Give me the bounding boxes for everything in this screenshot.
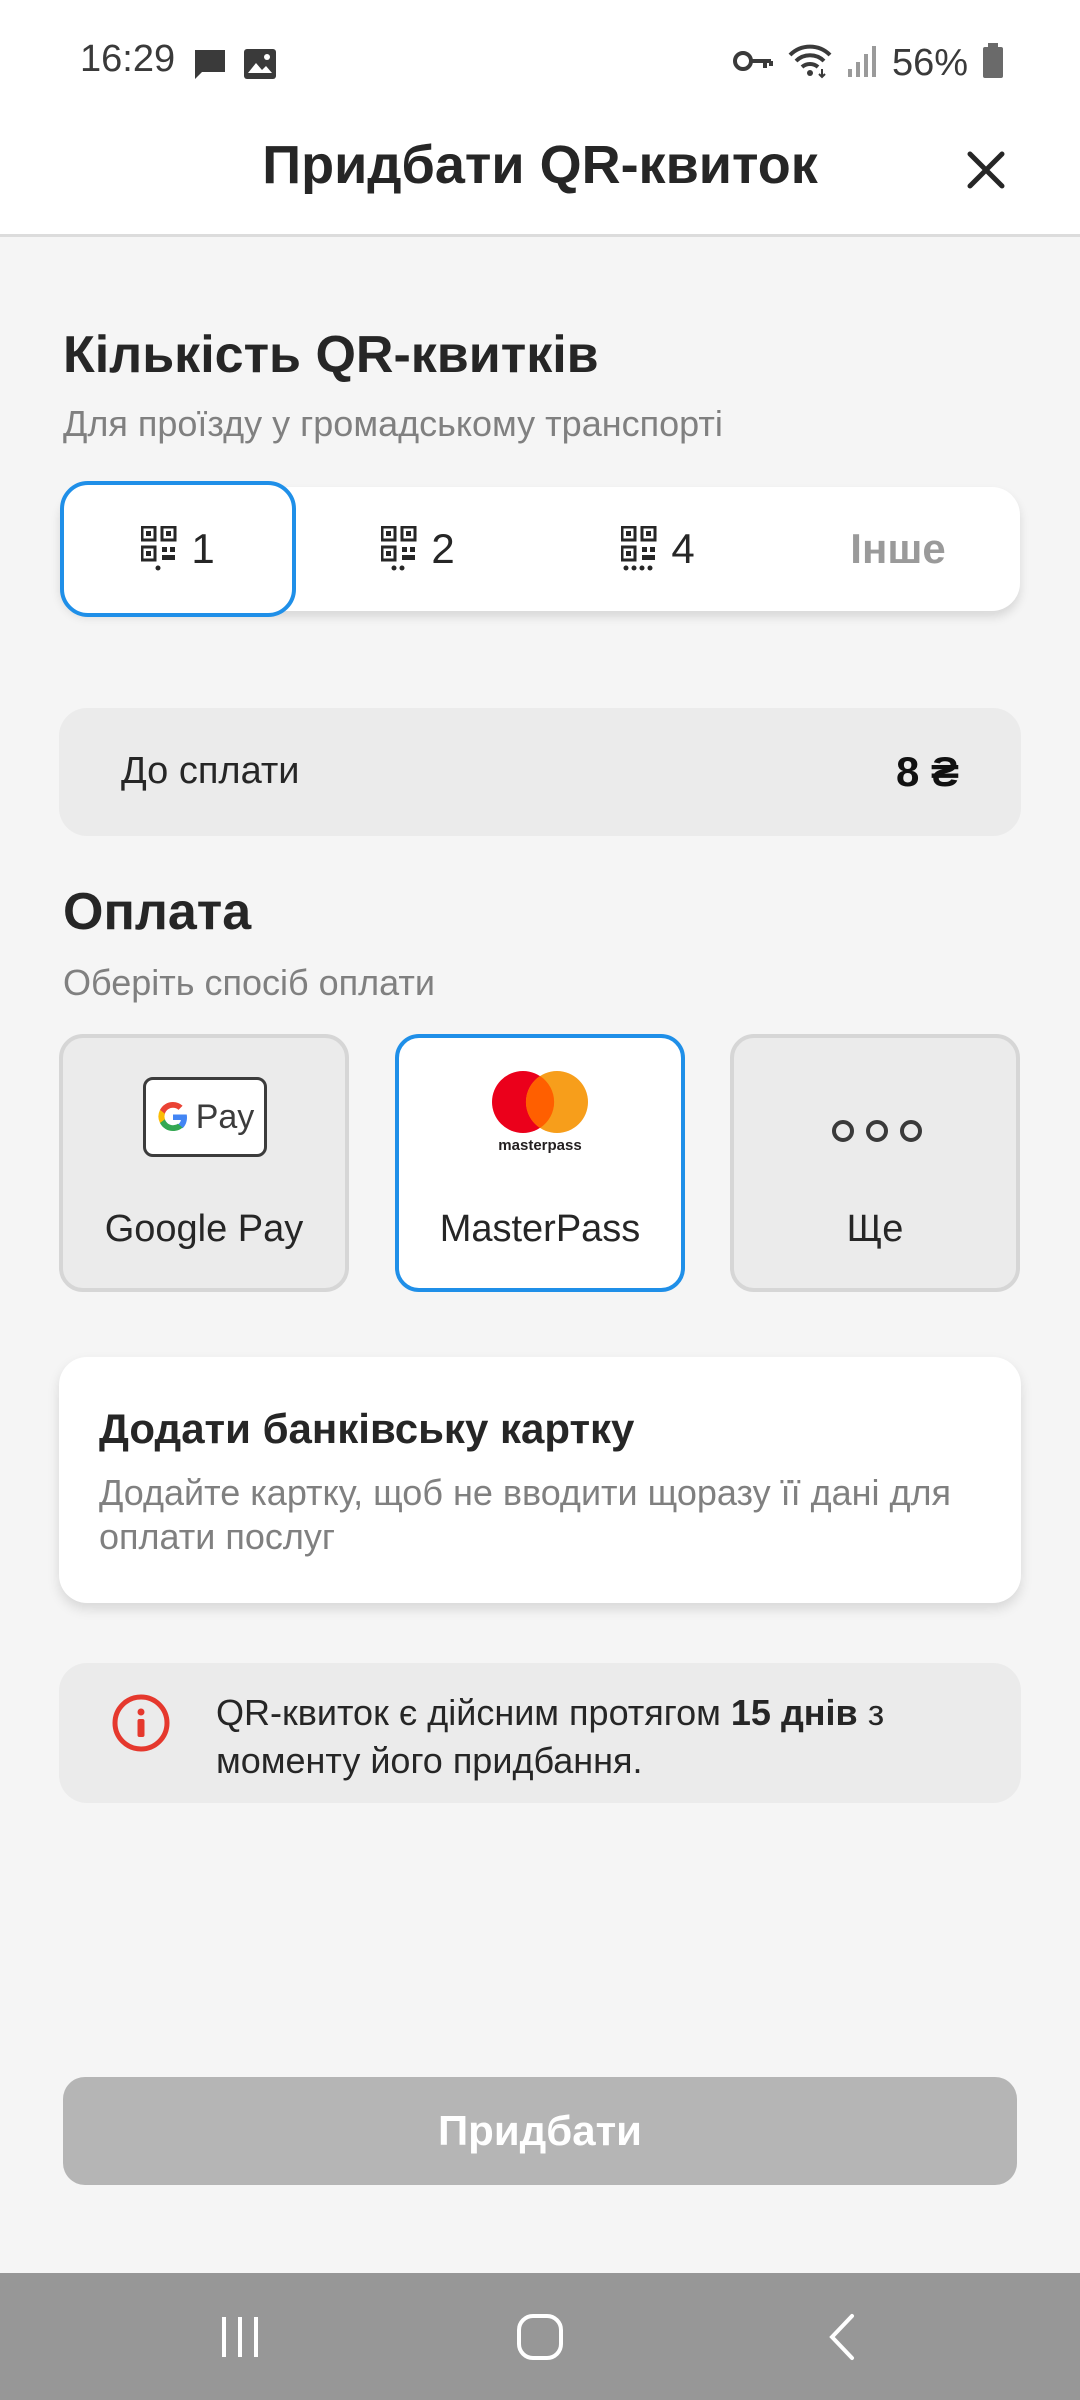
battery-percent: 56%: [891, 41, 968, 84]
quantity-option-4[interactable]: 4: [540, 487, 776, 611]
vpn-key-icon: [732, 47, 774, 80]
payment-method-label: Google Pay: [104, 1208, 304, 1250]
google-pay-logo: Pay: [143, 1077, 267, 1157]
masterpass-logo: masterpass: [485, 1066, 595, 1161]
image-icon: [243, 48, 277, 85]
status-icons: 56%: [732, 38, 1004, 88]
quantity-option-1[interactable]: 1: [60, 481, 296, 617]
info-text-bold: 15 днів: [730, 1692, 858, 1733]
google-g-icon: [158, 1101, 187, 1131]
home-icon: [517, 2313, 563, 2360]
buy-button[interactable]: Придбати: [63, 2077, 1017, 2185]
quantity-label: Інше: [850, 525, 946, 572]
recents-button[interactable]: [160, 2273, 320, 2400]
more-icon: [832, 1120, 922, 1142]
qr-icon: [141, 526, 177, 571]
quantity-option-other[interactable]: Інше: [780, 487, 1016, 611]
payment-method-masterpass[interactable]: masterpass MasterPass: [395, 1034, 685, 1292]
payment-method-label: Ще: [846, 1208, 904, 1250]
back-button[interactable]: [763, 2273, 923, 2400]
message-icon: [192, 48, 228, 85]
quantity-label: 4: [671, 525, 695, 572]
payment-title: Оплата: [63, 883, 252, 941]
total-label: До сплати: [121, 750, 300, 792]
signal-icon: [846, 43, 878, 84]
recents-icon: [222, 2316, 258, 2357]
close-button[interactable]: [958, 142, 1014, 198]
header: Придбати QR-квиток: [0, 120, 1080, 237]
wifi-icon: [788, 43, 832, 84]
close-icon: [967, 151, 1005, 189]
payment-method-label: MasterPass: [439, 1208, 641, 1250]
info-text-start: QR-квиток є дійсним протягом: [216, 1692, 731, 1733]
status-bar: 16:29 56%: [0, 0, 1080, 120]
quantity-title: Кількість QR-квитків: [63, 326, 599, 384]
home-button[interactable]: [460, 2273, 620, 2400]
quantity-option-2[interactable]: 2: [300, 487, 536, 611]
system-nav-bar: [0, 2273, 1080, 2400]
quantity-selector: 1 2 4 Інше: [60, 481, 1020, 617]
add-card-title: Додати банківську картку: [99, 1405, 635, 1452]
payment-subtitle: Оберіть спосіб оплати: [63, 962, 435, 1003]
quantity-label: 2: [431, 525, 455, 572]
total-value: 8 ₴: [895, 748, 959, 795]
page-title: Придбати QR-квиток: [262, 135, 818, 195]
masterpass-logo-text: masterpass: [498, 1137, 581, 1154]
status-time: 16:29: [80, 38, 176, 80]
payment-method-google-pay[interactable]: Pay Google Pay: [59, 1034, 349, 1292]
back-icon: [829, 2313, 854, 2360]
info-icon: [111, 1693, 171, 1758]
google-pay-logo-text: Pay: [195, 1097, 255, 1136]
qr-icon: [381, 526, 417, 571]
quantity-subtitle: Для проїзду у громадському транспорті: [63, 403, 723, 444]
payment-method-more[interactable]: Ще: [730, 1034, 1020, 1292]
total-box: До сплати 8 ₴: [59, 708, 1021, 836]
add-card-description: Додайте картку, щоб не вводити щоразу її…: [99, 1472, 952, 1557]
battery-icon: [982, 42, 1004, 84]
info-text: QR-квиток є дійсним протягом 15 днів з м…: [216, 1689, 976, 1785]
quantity-label: 1: [191, 525, 215, 572]
info-notice: QR-квиток є дійсним протягом 15 днів з м…: [59, 1663, 1021, 1803]
qr-icon: [621, 526, 657, 571]
add-bank-card[interactable]: Додати банківську картку Додайте картку,…: [59, 1357, 1021, 1603]
